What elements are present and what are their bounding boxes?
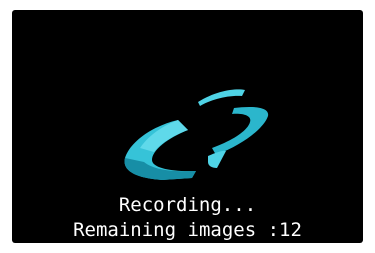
remaining-images-text: Remaining images :12 [73, 219, 302, 241]
camera-screen: Recording... Remaining images :12 [12, 10, 363, 243]
camera-lcd-frame: Recording... Remaining images :12 [0, 0, 375, 253]
recording-status-text: Recording... [118, 194, 257, 216]
